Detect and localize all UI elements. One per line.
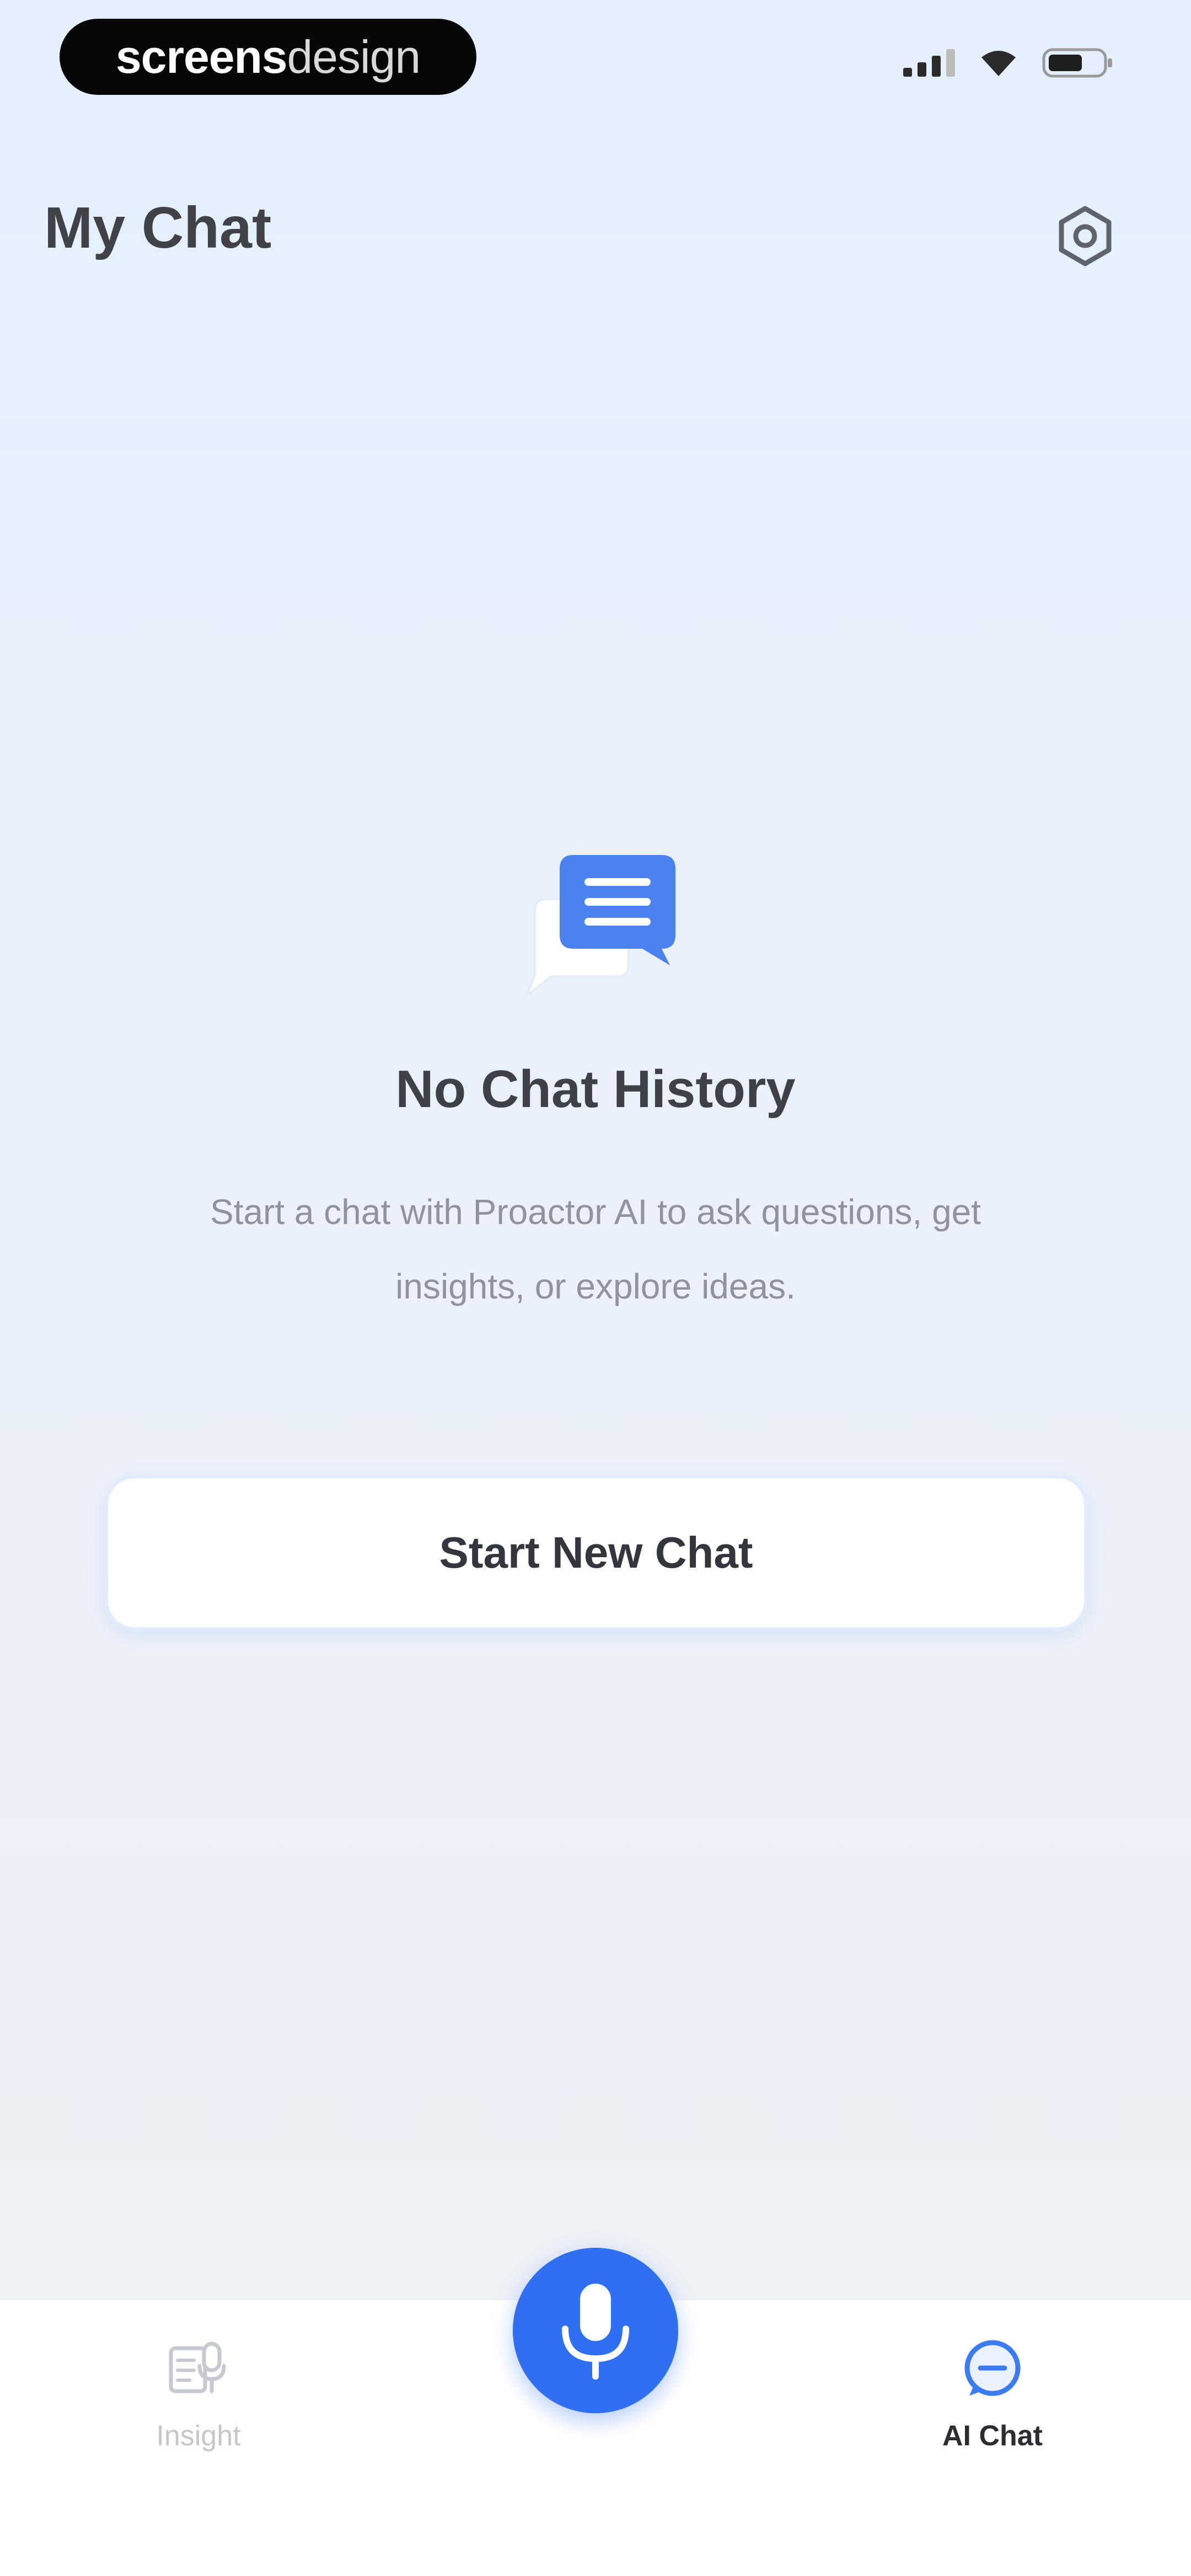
signal-icon (903, 49, 955, 77)
nav-label-ai-chat: AI Chat (942, 2420, 1043, 2452)
app-screen: screens design My Chat No Chat History S… (0, 0, 1191, 2576)
brand-text-light: design (287, 30, 421, 83)
chat-bubbles-icon (513, 844, 684, 1009)
empty-state-title: No Chat History (395, 1060, 796, 1119)
brand-badge: screens design (60, 19, 476, 95)
nav-label-insight: Insight (156, 2420, 241, 2452)
voice-record-button[interactable] (513, 2248, 678, 2413)
brand-text-bold: screens (115, 30, 288, 83)
status-bar: screens design (0, 0, 1191, 121)
empty-state-description: Start a chat with Proactor AI to ask que… (210, 1192, 981, 1306)
microphone-icon (562, 2284, 629, 2380)
start-new-chat-button[interactable]: Start New Chat (108, 1478, 1084, 1627)
settings-button[interactable] (1047, 197, 1124, 275)
battery-icon (1042, 46, 1114, 79)
wifi-icon (979, 49, 1018, 77)
nav-item-insight[interactable]: Insight (110, 2333, 287, 2452)
page-title: My Chat (44, 195, 272, 260)
nav-item-ai-chat[interactable]: AI Chat (904, 2333, 1081, 2452)
gear-icon (1059, 206, 1112, 266)
insight-icon (163, 2333, 234, 2405)
chat-icon (957, 2333, 1028, 2405)
status-icons (903, 46, 1114, 79)
